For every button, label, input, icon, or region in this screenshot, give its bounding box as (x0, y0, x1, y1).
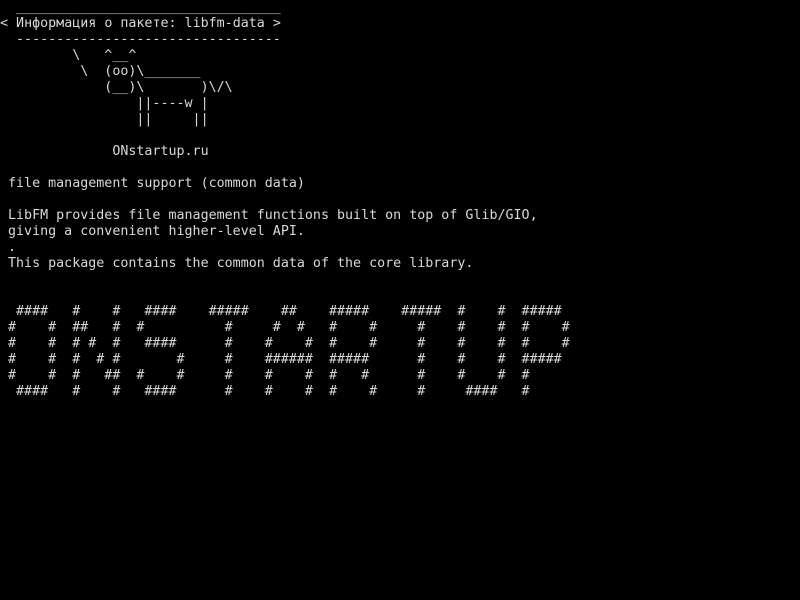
banner-line: # # # # # #### # # # # # # # # # # (8, 336, 570, 351)
banner-line: # # ## # # # # # # # # # # # # (8, 320, 570, 335)
cow-line: ||----w | (8, 96, 209, 111)
cow-line: \ ^__^ (8, 48, 137, 63)
banner-line: #### # # #### # # # # # # #### # (8, 384, 530, 399)
cowsay-top-border: _________________________________ (8, 0, 281, 15)
cowsay-message: < Информация о пакете: libfm-data > (0, 16, 281, 31)
cow-line: (__)\ )\/\ (8, 80, 233, 95)
package-summary: file management support (common data) (8, 176, 305, 191)
banner-line: # # # # # # # ###### ##### # # # ##### (8, 352, 562, 367)
banner-line: # # # ## # # # # # # # # # # # (8, 368, 530, 383)
cow-line: \ (oo)\_______ (8, 64, 201, 79)
site-name: ONstartup.ru (8, 144, 209, 159)
package-description-line: giving a convenient higher-level API. (8, 224, 305, 239)
terminal-screen[interactable]: _________________________________ < Инфо… (0, 0, 800, 600)
package-description-line: This package contains the common data of… (8, 256, 474, 271)
package-description-line: LibFM provides file management functions… (8, 208, 538, 223)
cow-line: || || (8, 112, 209, 127)
banner-line: #### # # #### ##### ## ##### ##### # # #… (8, 304, 562, 319)
cowsay-bottom-border: --------------------------------- (8, 32, 281, 47)
package-description-line: . (8, 240, 17, 255)
